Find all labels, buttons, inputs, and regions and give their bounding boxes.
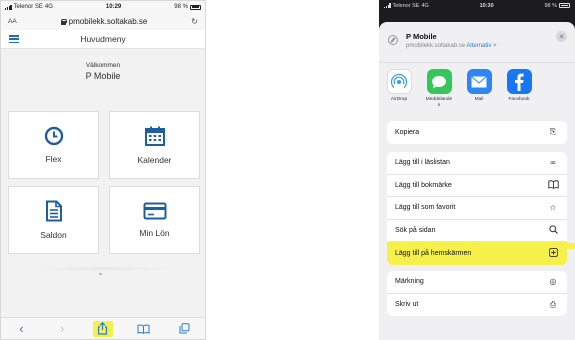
share-title: P Mobile (406, 32, 437, 41)
printer-icon: ⎙ (549, 299, 557, 309)
hamburger-menu-icon[interactable] (9, 35, 19, 43)
status-bar: Telenor SE 4G 10:29 98 % (1, 1, 205, 13)
tabs-icon (179, 323, 190, 334)
options-link[interactable]: Alternativ > (466, 43, 496, 49)
forward-button[interactable]: › (52, 321, 72, 337)
app-facebook[interactable]: Facebook (504, 69, 534, 120)
action-label: Lägg till i läslistan (395, 159, 450, 167)
tile-min-lon[interactable]: Min Lön (109, 186, 200, 254)
tile-label: Kalender (137, 155, 172, 165)
book-icon (137, 324, 150, 334)
network-type: 4G (421, 2, 429, 9)
bookmarks-button[interactable] (134, 321, 154, 337)
add-square-icon (547, 247, 559, 259)
carrier-name: Telenor SE (392, 2, 420, 9)
app-label: Mail (474, 97, 484, 102)
battery-icon (189, 4, 201, 10)
action-markup[interactable]: Märkning ◎ (387, 271, 567, 294)
redacted-dot (99, 273, 102, 275)
share-sheet-header: P Mobile pmobilekk.soltakab.se Alternati… (379, 22, 575, 62)
share-app-row: AirDrop Meddelande n Mail Facebook (379, 62, 575, 120)
tabs-button[interactable] (175, 321, 195, 337)
facebook-icon (506, 69, 532, 94)
back-button[interactable]: ‹ (11, 321, 31, 337)
battery-icon (559, 3, 570, 8)
app-messages[interactable]: Meddelande n (424, 69, 454, 120)
calendar-icon (144, 126, 165, 146)
search-icon (547, 225, 559, 236)
action-label: Märkning (395, 278, 424, 286)
redacted-text (31, 267, 171, 270)
app-airdrop[interactable]: AirDrop (384, 69, 414, 120)
app-mail[interactable]: Mail (464, 69, 494, 120)
carrier-info: Telenor SE 4G (5, 4, 53, 10)
airdrop-icon (386, 69, 412, 94)
network-type: 4G (44, 4, 53, 10)
tile-flex[interactable]: Flex (8, 111, 99, 179)
status-time: 10:29 (105, 4, 122, 10)
welcome-user-name: P Mobile (85, 71, 121, 81)
app-header: Huvudmeny (1, 30, 205, 49)
action-add-to-home-screen[interactable]: Lägg till på hemskärmen (387, 242, 567, 265)
reload-icon[interactable]: ↻ (191, 17, 198, 26)
welcome-greeting: Välkommen (85, 62, 121, 69)
star-icon: ☆ (549, 203, 557, 213)
page-title: Huvudmeny (80, 34, 126, 44)
share-button[interactable] (92, 320, 113, 337)
status-bar: Telenor SE 4G 10:30 98 % (379, 0, 575, 11)
left-phone-screenshot: Telenor SE 4G 10:29 98 % AA pmobilekk.so… (0, 0, 206, 340)
share-url: pmobilekk.soltakab.se (406, 43, 466, 49)
app-label: AirDrop (390, 97, 408, 102)
action-label: Lägg till på hemskärmen (395, 249, 472, 257)
tile-label: Saldon (40, 230, 67, 240)
glasses-icon: ∞ (549, 158, 557, 168)
action-add-reading-list[interactable]: Lägg till i läslistan ∞ (387, 152, 567, 175)
message-icon (426, 69, 452, 94)
highlight-marker (567, 243, 575, 249)
action-label: Lägg till som favorit (395, 204, 456, 212)
battery-percent: 98 % (174, 4, 188, 10)
copy-icon: ⎘ (549, 127, 557, 137)
signal-icon (5, 4, 12, 10)
app-label: Meddelande n (425, 97, 453, 109)
book-icon (547, 180, 559, 191)
tile-label: Flex (45, 154, 62, 164)
browser-address-bar[interactable]: AA pmobilekk.soltakab.se ↻ (1, 13, 205, 30)
lock-icon (60, 18, 67, 25)
carrier-name: Telenor SE (13, 4, 43, 10)
clock-icon (44, 126, 63, 146)
url-text[interactable]: pmobilekk.soltakab.se (69, 17, 148, 26)
action-label: Sök på sidan (395, 226, 436, 234)
action-copy[interactable]: Kopiera ⎘ (387, 121, 567, 144)
action-add-favorite[interactable]: Lägg till som favorit ☆ (387, 197, 567, 220)
tile-kalender[interactable]: Kalender (109, 111, 200, 179)
right-phone-screenshot: Telenor SE 4G 10:30 98 % P Mobile pmobil… (379, 0, 575, 340)
action-label: Lägg till bokmärke (395, 181, 452, 189)
text-size-button[interactable]: AA (8, 18, 17, 25)
markup-icon: ◎ (549, 277, 557, 287)
action-print[interactable]: Skriv ut ⎙ (387, 294, 567, 317)
compass-icon (388, 35, 398, 45)
share-sheet: P Mobile pmobilekk.soltakab.se Alternati… (379, 22, 575, 340)
menu-tiles: Flex Kalender Saldon Min Lön (8, 111, 200, 254)
app-label: Facebook (508, 97, 530, 102)
action-find-on-page[interactable]: Sök på sidan (387, 220, 567, 242)
document-icon (45, 200, 62, 222)
status-time: 10:30 (479, 2, 494, 9)
share-icon (98, 322, 108, 335)
signal-icon (384, 3, 391, 8)
action-group-copy: Kopiera ⎘ (387, 121, 567, 144)
action-group-bottom: Märkning ◎ Skriv ut ⎙ (387, 271, 567, 316)
safari-toolbar: ‹ › (1, 317, 205, 339)
action-add-bookmark[interactable]: Lägg till bokmärke (387, 175, 567, 197)
action-group-main: Lägg till i läslistan ∞ Lägg till bokmär… (387, 152, 567, 265)
tile-saldon[interactable]: Saldon (8, 186, 99, 254)
action-label: Skriv ut (395, 301, 419, 309)
action-label: Kopiera (395, 128, 420, 136)
credit-card-icon (143, 202, 166, 220)
mail-icon (466, 69, 492, 94)
battery-percent: 98 % (544, 2, 557, 9)
tile-label: Min Lön (139, 228, 170, 238)
close-icon[interactable]: ✕ (556, 31, 567, 42)
